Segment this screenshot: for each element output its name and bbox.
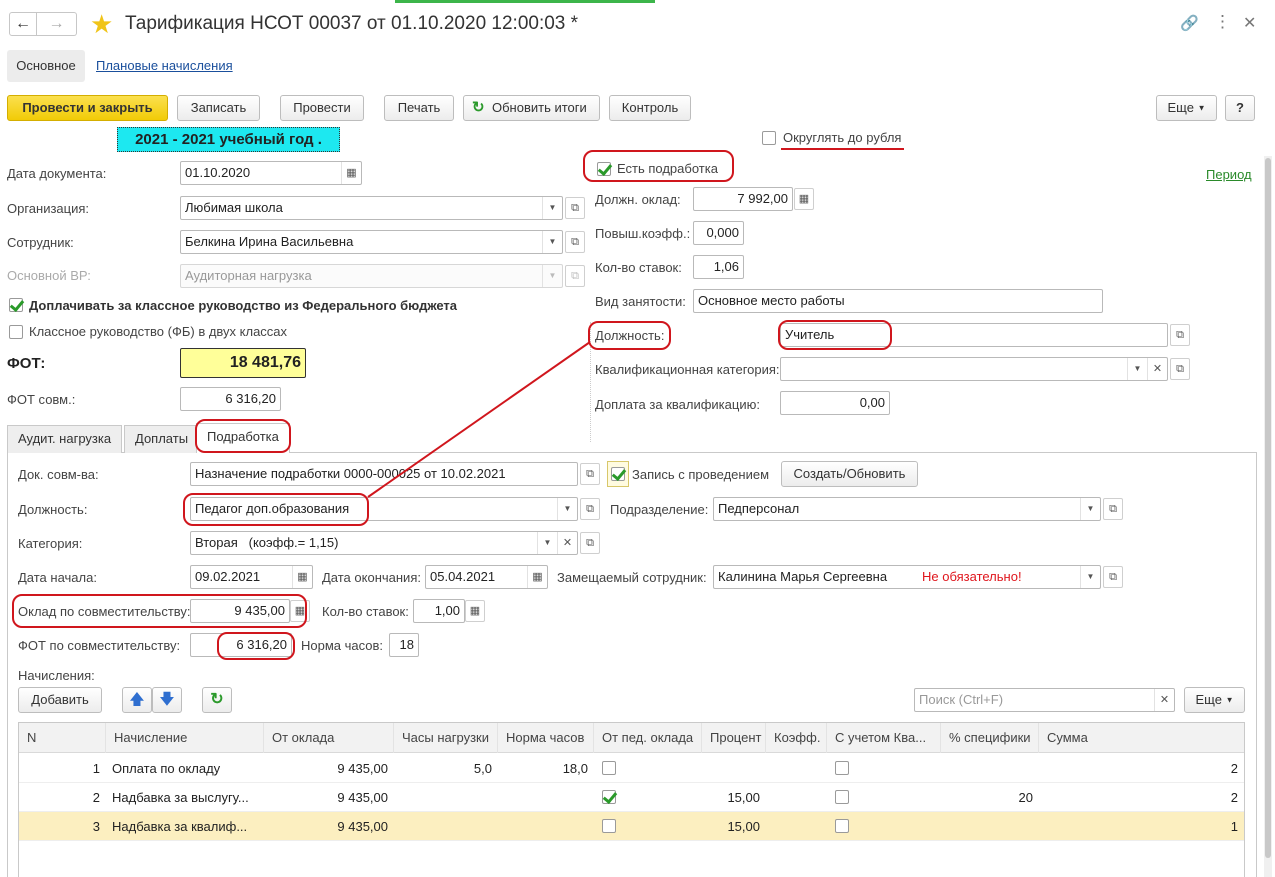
document-window: ← → ★ Тарификация НСОТ 00037 от 01.10.20… <box>0 0 1275 877</box>
annotation-connector <box>367 341 591 498</box>
scrollbar[interactable] <box>1264 156 1272 877</box>
scrollbar-thumb[interactable] <box>1265 158 1271 858</box>
